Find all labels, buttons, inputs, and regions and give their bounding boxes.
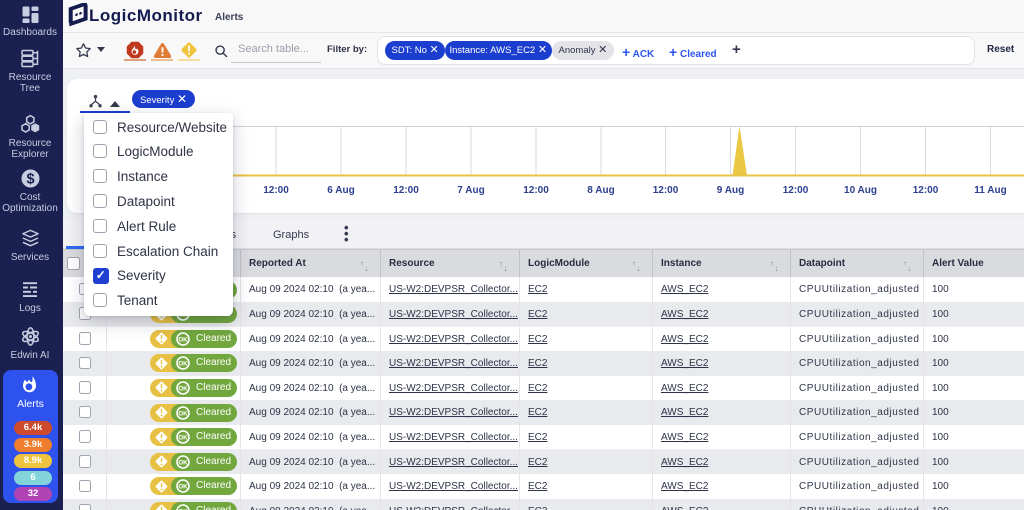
svg-text:10 Aug: 10 Aug xyxy=(844,185,877,196)
svg-text:12:00: 12:00 xyxy=(263,185,289,196)
svg-text:OK: OK xyxy=(178,459,188,466)
svg-text:OK: OK xyxy=(178,361,188,368)
svg-text:OK: OK xyxy=(178,336,188,343)
svg-text:7 Aug: 7 Aug xyxy=(457,185,484,196)
svg-text:OK: OK xyxy=(178,435,188,442)
svg-text:12:00: 12:00 xyxy=(523,185,549,196)
svg-text:OK: OK xyxy=(178,484,188,491)
svg-text:9 Aug: 9 Aug xyxy=(717,185,744,196)
svg-text:8 Aug: 8 Aug xyxy=(587,185,614,196)
svg-text:12:00: 12:00 xyxy=(653,185,679,196)
svg-text:12:00: 12:00 xyxy=(783,185,809,196)
svg-text:12:00: 12:00 xyxy=(393,185,419,196)
svg-text:$: $ xyxy=(26,172,34,188)
svg-text:11 Aug: 11 Aug xyxy=(974,185,1006,196)
svg-text:12:00: 12:00 xyxy=(913,185,939,196)
svg-text:OK: OK xyxy=(178,385,188,392)
svg-text:6 Aug: 6 Aug xyxy=(327,185,354,196)
svg-text:OK: OK xyxy=(178,410,188,417)
